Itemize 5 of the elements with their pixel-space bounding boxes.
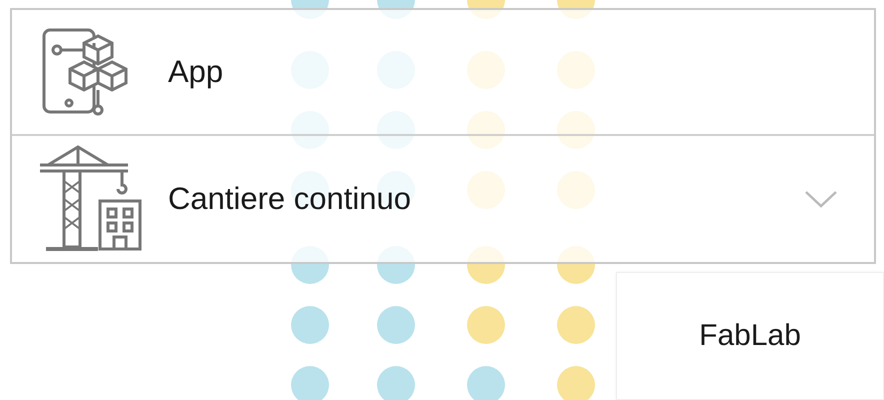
- menu-label: Cantiere continuo: [168, 181, 411, 217]
- menu-item[interactable]: Cantiere continuo: [12, 134, 874, 262]
- fablab-tile[interactable]: FabLab: [616, 272, 884, 400]
- menu-item[interactable]: App: [12, 10, 874, 134]
- menu-label: App: [168, 54, 224, 90]
